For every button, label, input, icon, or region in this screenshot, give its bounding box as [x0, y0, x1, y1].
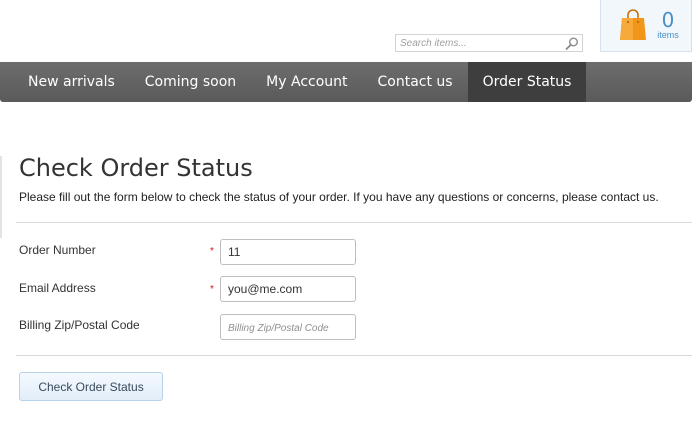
- page-title: Check Order Status: [19, 154, 253, 182]
- shopping-bag-icon: [620, 9, 646, 40]
- cart-button[interactable]: 0 items: [600, 0, 692, 52]
- main-nav: New arrivals Coming soon My Account Cont…: [0, 62, 692, 102]
- search-box: [395, 34, 583, 52]
- nav-item-order-status[interactable]: Order Status: [467, 62, 587, 102]
- magnifier-icon[interactable]: [565, 37, 579, 50]
- order-number-required-mark: *: [210, 246, 214, 257]
- check-order-status-button[interactable]: Check Order Status: [19, 372, 163, 401]
- billing-zip-input[interactable]: [220, 314, 356, 340]
- cart-count: 0: [661, 8, 675, 32]
- email-address-label: Email Address: [19, 281, 96, 295]
- email-address-required-mark: *: [210, 284, 214, 295]
- order-number-label: Order Number: [19, 243, 96, 257]
- page: 0 items New arrivals Coming soon My Acco…: [0, 0, 700, 441]
- billing-zip-label: Billing Zip/Postal Code: [19, 318, 140, 332]
- left-border-accent: [0, 156, 2, 238]
- divider-bottom: [16, 355, 692, 356]
- cart-items-label: items: [657, 30, 679, 40]
- search-input[interactable]: [396, 35, 565, 51]
- intro-text: Please fill out the form below to check …: [19, 190, 659, 204]
- nav-item-contact-us[interactable]: Contact us: [363, 62, 468, 102]
- email-address-input[interactable]: [220, 276, 356, 302]
- nav-item-my-account[interactable]: My Account: [251, 62, 362, 102]
- divider-top: [16, 222, 692, 223]
- nav-item-new-arrivals[interactable]: New arrivals: [0, 62, 130, 102]
- nav-item-coming-soon[interactable]: Coming soon: [130, 62, 251, 102]
- order-number-input[interactable]: [220, 239, 356, 265]
